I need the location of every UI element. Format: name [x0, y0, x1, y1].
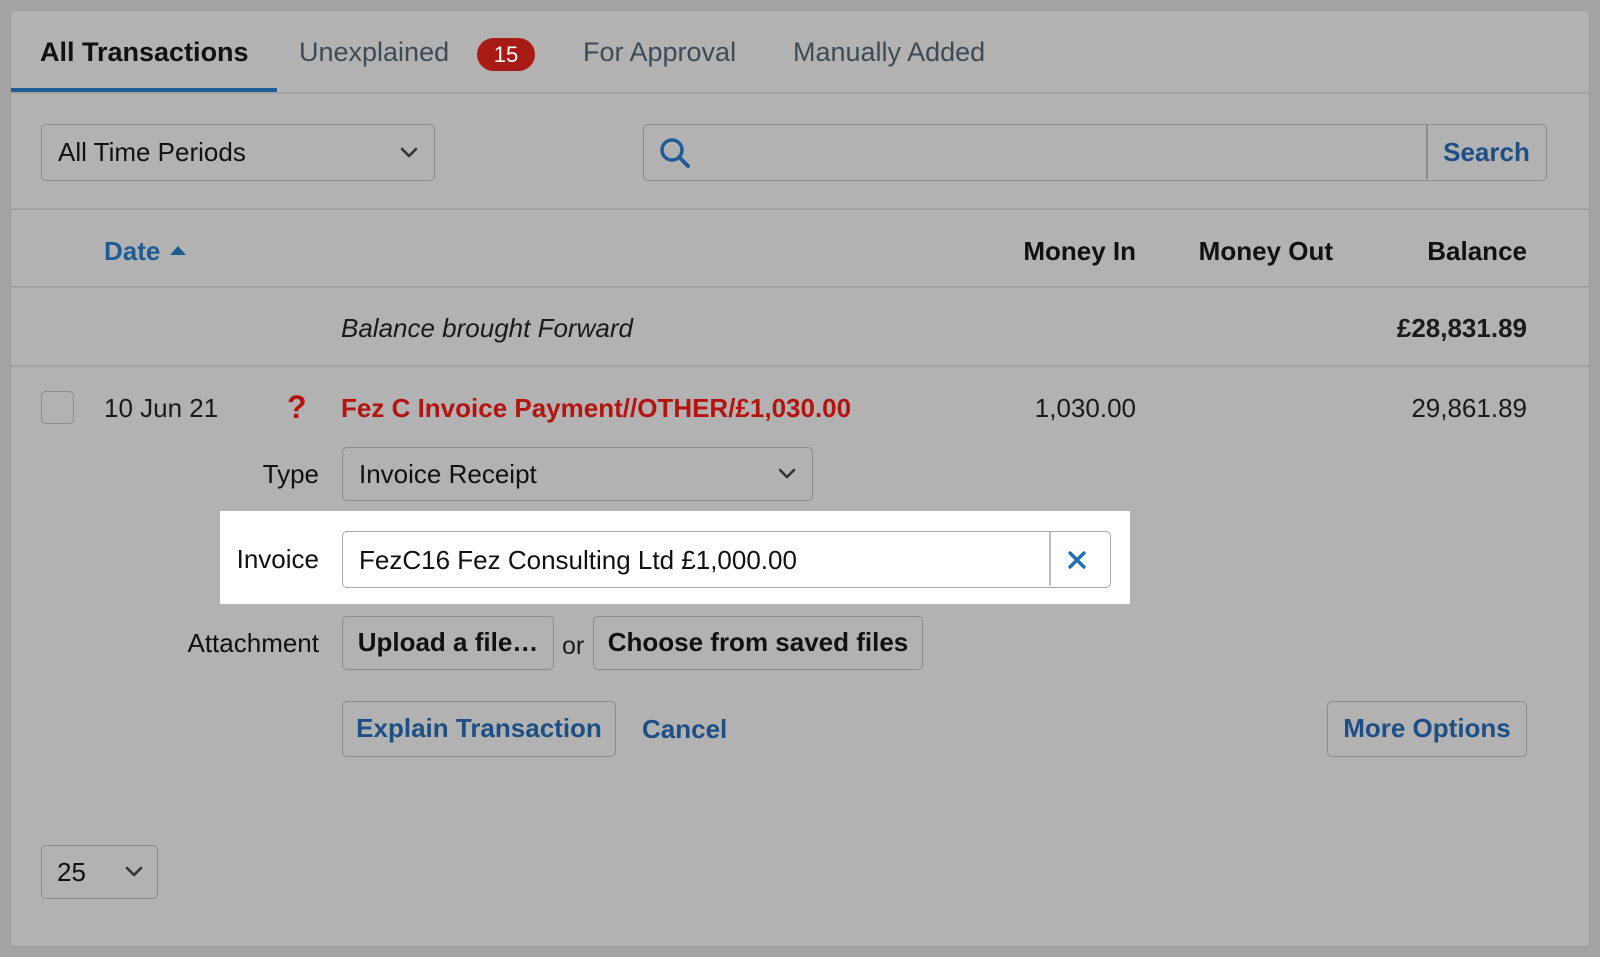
transaction-balance: 29,861.89 [1411, 393, 1527, 423]
date-header-label: Date [104, 236, 161, 266]
per-page-select[interactable]: 25 [41, 845, 158, 899]
per-page-value: 25 [57, 856, 86, 887]
search-input[interactable]: Search [643, 124, 1547, 181]
transaction-description[interactable]: Fez C Invoice Payment//OTHER/£1,030.00 [341, 393, 851, 424]
chevron-down-icon [772, 459, 802, 489]
search-icon [658, 136, 692, 170]
time-period-select[interactable]: All Time Periods [41, 124, 435, 181]
search-button[interactable]: Search [1428, 125, 1545, 179]
tabs-divider [11, 92, 1589, 94]
cancel-link[interactable]: Cancel [642, 714, 727, 745]
tab-for-approval[interactable]: For Approval [583, 37, 736, 68]
money-out-column-header: Money Out [1198, 236, 1333, 266]
choose-saved-files-button[interactable]: Choose from saved files [593, 616, 923, 670]
or-text: or [562, 632, 585, 660]
time-period-value: All Time Periods [58, 137, 246, 167]
tab-unexplained[interactable]: Unexplained [299, 37, 449, 68]
clear-icon[interactable] [1061, 544, 1093, 576]
balance-column-header: Balance [1427, 236, 1527, 266]
transaction-checkbox[interactable] [41, 391, 74, 424]
sort-ascending-icon [168, 236, 188, 266]
filters-divider [11, 208, 1589, 210]
invoice-divider [1049, 532, 1051, 586]
attachment-label: Attachment [187, 628, 319, 658]
tab-all-transactions[interactable]: All Transactions [40, 37, 249, 68]
balance-brought-forward-label: Balance brought Forward [341, 313, 633, 343]
header-divider [11, 286, 1589, 288]
transaction-money-in: 1,030.00 [1034, 393, 1136, 423]
transaction-date: 10 Jun 21 [104, 393, 219, 423]
unexplained-count-badge: 15 [477, 38, 535, 71]
invoice-value: FezC16 Fez Consulting Ltd £1,000.00 [359, 545, 797, 575]
more-options-button[interactable]: More Options [1327, 701, 1527, 757]
invoice-field[interactable]: FezC16 Fez Consulting Ltd £1,000.00 [342, 531, 1111, 588]
type-select[interactable]: Invoice Receipt [342, 447, 813, 501]
upload-file-button[interactable]: Upload a file… [342, 616, 554, 670]
type-label: Type [262, 459, 319, 489]
balance-brought-forward-amount: £28,831.89 [1396, 313, 1527, 343]
money-in-column-header: Money In [1023, 236, 1136, 266]
explain-transaction-button[interactable]: Explain Transaction [342, 701, 616, 757]
tab-manually-added[interactable]: Manually Added [793, 37, 985, 68]
unexplained-question-icon: ? [287, 389, 307, 425]
transactions-panel: All Transactions Unexplained 15 For Appr… [10, 10, 1590, 947]
chevron-down-icon [394, 138, 424, 168]
date-column-header[interactable]: Date [104, 236, 188, 267]
forward-divider [11, 365, 1589, 367]
chevron-down-icon [119, 857, 149, 887]
invoice-label: Invoice [236, 544, 319, 574]
type-value: Invoice Receipt [359, 458, 537, 489]
